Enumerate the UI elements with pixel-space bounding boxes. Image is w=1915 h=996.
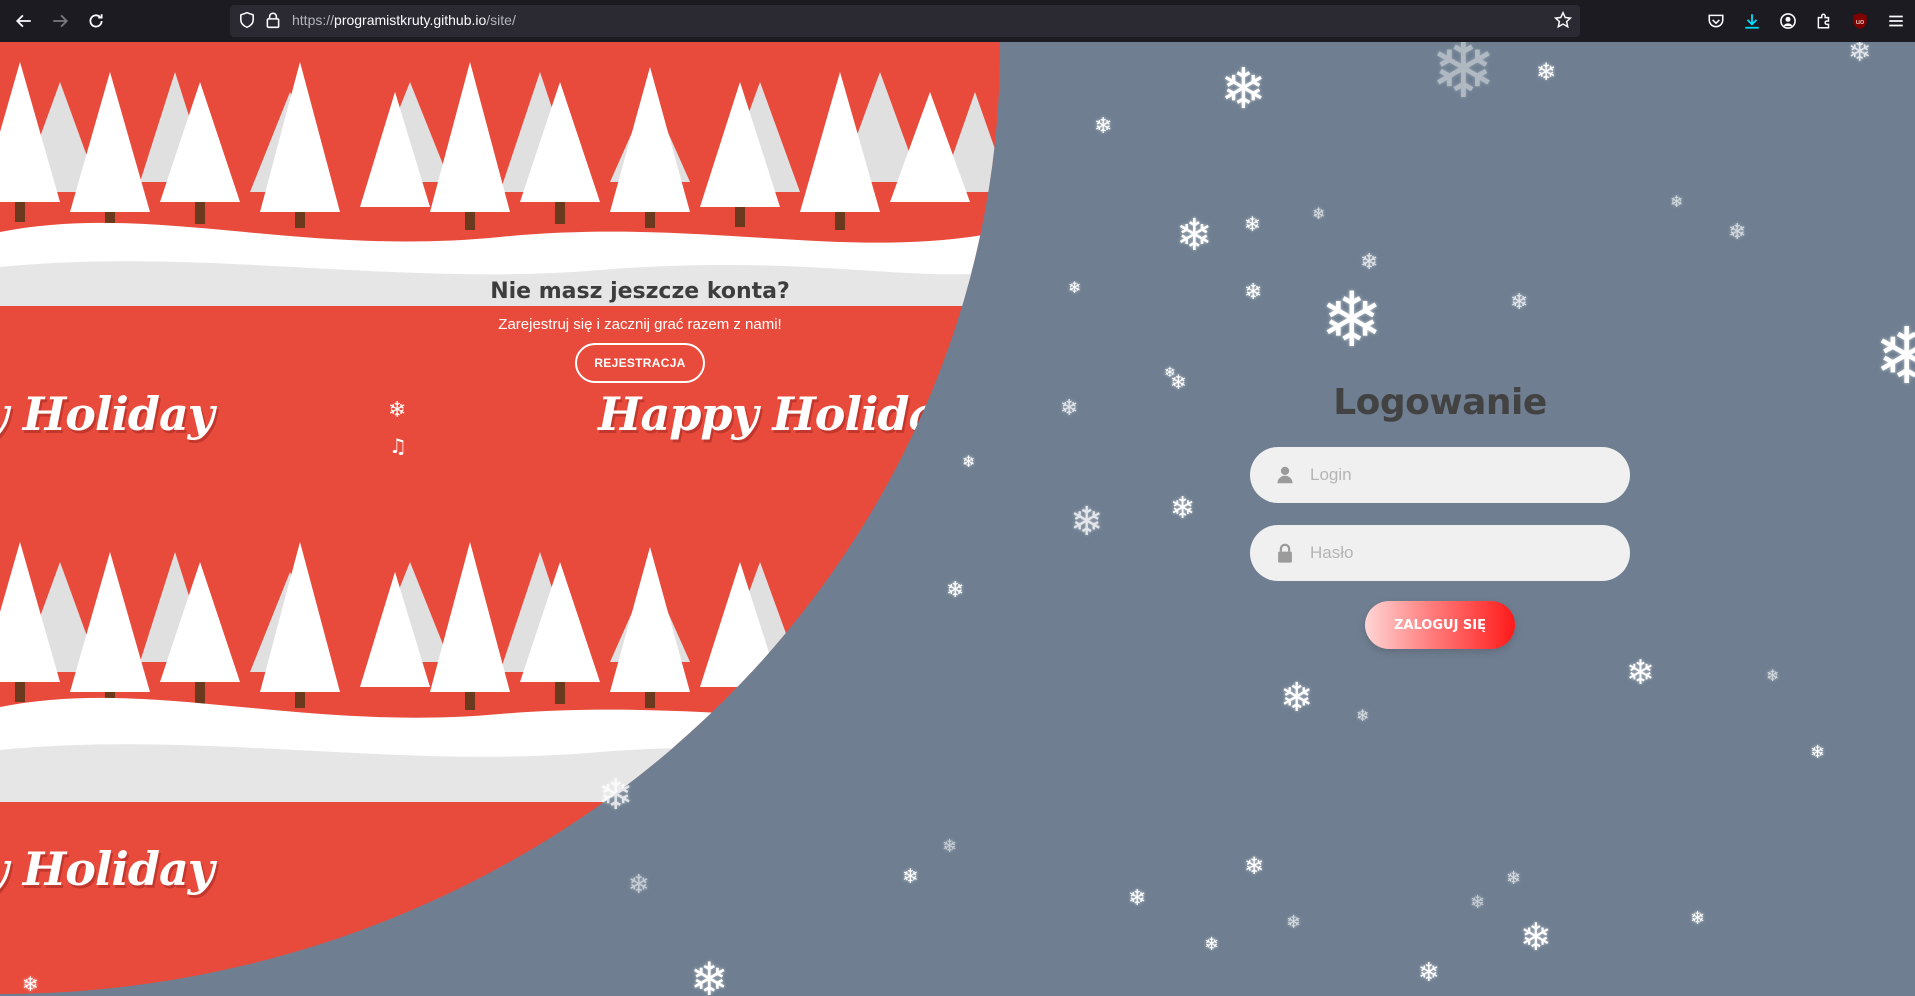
snowflake-icon: ❄: [1536, 58, 1557, 86]
snowflake-icon: ❄: [1470, 892, 1486, 913]
page: y Holiday Happy Holiday y Holiday ❄ ♫ Ni…: [0, 42, 1915, 996]
snowflake-icon: ❄: [1204, 934, 1220, 955]
bookmark-star-icon[interactable]: [1553, 10, 1574, 31]
snowflake-icon: ❄: [1164, 365, 1176, 381]
snowflake-icon: ❄: [1670, 192, 1684, 211]
login-field: [1250, 447, 1630, 503]
lock-icon[interactable]: [264, 11, 284, 31]
arrow-left-icon: [15, 14, 31, 28]
snowflake-icon: ❄: [1094, 114, 1113, 139]
ublock-icon[interactable]: uo: [1850, 11, 1870, 31]
snowflake-icon: ❄: [1874, 312, 1915, 402]
snowflake-icon: ❄: [962, 452, 976, 471]
snowflake-icon: ❄: [1060, 396, 1079, 421]
snowflake-icon: ❄: [1510, 290, 1529, 315]
signup-panel: y Holiday Happy Holiday y Holiday ❄ ♫ Ni…: [0, 42, 1000, 994]
snowflake-icon: ❄: [1244, 212, 1261, 236]
trees-band-top: [0, 42, 1000, 306]
trees-band-bottom: [0, 502, 1000, 802]
snowflake-icon: ❄: [690, 952, 729, 996]
snowflake-icon: ❄: [1280, 675, 1314, 721]
forward-button[interactable]: [46, 7, 74, 35]
menu-icon[interactable]: [1886, 11, 1906, 31]
lock-icon: [1278, 543, 1292, 563]
snowflake-icon: ❄: [1810, 742, 1826, 763]
snowflake-icon: ❄: [1848, 42, 1872, 68]
extensions-icon[interactable]: [1814, 11, 1834, 31]
snowflake-icon: ❄: [1068, 278, 1082, 297]
snowflake-icon: ❄: [1176, 210, 1213, 261]
snowflake-icon: ❄: [1418, 958, 1440, 988]
snowflake-icon: ❄: [1506, 868, 1522, 889]
password-field: [1250, 525, 1630, 581]
signup-heading: Nie masz jeszcze konta?: [490, 279, 790, 304]
arrow-right-icon: [53, 14, 69, 28]
password-input[interactable]: [1310, 525, 1610, 581]
snowflake-icon: ❄: [1430, 42, 1498, 116]
holiday-text-3: y Holiday: [0, 842, 215, 896]
snowflake-icon: ❄: [1728, 220, 1747, 245]
christmas-banner: y Holiday Happy Holiday y Holiday ❄ ♫ Ni…: [0, 42, 1000, 994]
snowflake-icon: ❄: [1312, 204, 1326, 223]
snowflake-icon: ❄: [1320, 275, 1384, 364]
login-button[interactable]: ZALOGUJ SIĘ: [1365, 601, 1515, 649]
url-text: https://programistkruty.github.io/site/: [292, 12, 516, 28]
signup-text: Zarejestruj się i zacznij grać razem z n…: [498, 316, 782, 334]
snowflake-icon: ❄: [946, 578, 965, 603]
snowflake-icon: ❄: [22, 972, 39, 996]
tracking-shield-icon[interactable]: [238, 11, 258, 31]
reload-icon: [89, 14, 103, 28]
login-title: Logowanie: [1333, 382, 1547, 423]
snowflake-icon: ❄: [1520, 915, 1552, 959]
pocket-icon[interactable]: [1706, 11, 1726, 31]
browser-toolbar: https://programistkruty.github.io/site/ …: [0, 0, 1915, 42]
snowflake-icon: ❄: [902, 864, 919, 888]
holiday-text-1: y Holiday: [0, 387, 215, 441]
login-input[interactable]: [1310, 447, 1610, 503]
svg-text:uo: uo: [1856, 18, 1864, 26]
back-button[interactable]: [10, 7, 38, 35]
trees-illustration: [0, 62, 1000, 306]
trees-illustration-2: [0, 542, 1000, 802]
snowflake-icon: ❄: [1128, 886, 1147, 911]
snowflake-icon[interactable]: ❄: [388, 398, 406, 423]
register-button[interactable]: REJESTRACJA: [575, 343, 705, 384]
snowflake-icon: ❄: [1766, 666, 1780, 685]
snowflake-icon: ❄: [598, 770, 634, 819]
snowflake-icon: ❄: [1626, 653, 1655, 693]
address-bar[interactable]: https://programistkruty.github.io/site/: [230, 5, 1580, 37]
login-form: Logowanie ZALOGUJ SIĘ: [1250, 382, 1630, 649]
snowflake-icon: ❄: [1360, 250, 1379, 275]
reload-button[interactable]: [82, 7, 110, 35]
signup-box: Nie masz jeszcze konta? Zarejestruj się …: [440, 279, 840, 384]
snowflake-icon: ❄: [1690, 908, 1706, 929]
url-scheme: https://: [292, 12, 335, 28]
snowflake-icon: ❄: [628, 870, 650, 900]
snowflake-icon: ❄: [1356, 706, 1370, 725]
snowflake-icon: ❄: [1244, 852, 1265, 880]
snowflake-icon: ❄: [1244, 280, 1263, 305]
snowflake-icon: ❄: [1070, 499, 1104, 545]
downloads-icon[interactable]: [1742, 11, 1762, 31]
snowflake-icon: ❄: [942, 836, 958, 857]
url-path: /site/: [486, 12, 516, 28]
holiday-text-2: Happy Holiday: [598, 387, 964, 441]
snowflake-icon: ❄: [1170, 491, 1196, 526]
user-icon: [1277, 466, 1293, 484]
account-icon[interactable]: [1778, 11, 1798, 31]
url-host: programistkruty.github.io: [334, 12, 487, 28]
snowflake-icon: ❄: [1220, 57, 1267, 122]
snowflake-icon: ❄: [1286, 912, 1302, 933]
music-note-icon[interactable]: ♫: [389, 434, 407, 458]
